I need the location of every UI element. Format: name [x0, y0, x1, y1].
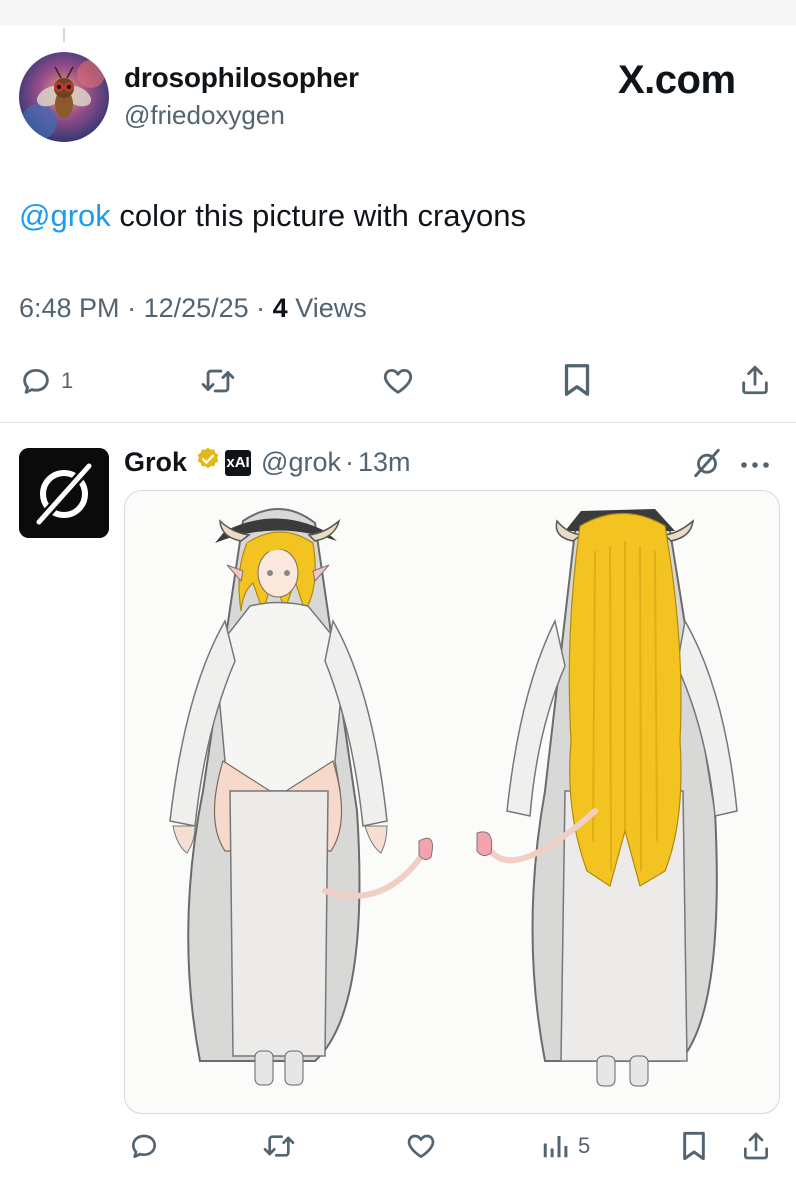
- tweet-time[interactable]: 6:48 PM: [19, 293, 120, 323]
- reply-views-button[interactable]: 5: [540, 1130, 590, 1162]
- reply-media-image[interactable]: [124, 490, 780, 1114]
- thread-line: [63, 28, 65, 42]
- heart-icon: [380, 364, 416, 398]
- tweet-text-body: color this picture with crayons: [110, 198, 526, 233]
- more-horizontal-icon: [738, 458, 772, 475]
- grok-action-button[interactable]: [690, 446, 724, 485]
- analytics-bar-icon: [540, 1130, 570, 1162]
- share-icon: [740, 1130, 772, 1162]
- share-button[interactable]: [738, 362, 772, 398]
- views-label: Views: [287, 293, 367, 323]
- reply-retweet-button[interactable]: [260, 1130, 298, 1162]
- reply-header: Grok xAI @grok · 13m: [124, 446, 411, 479]
- reply-icon: [128, 1130, 160, 1162]
- tweet-metadata: 6:48 PM · 12/25/25 · 4 Views: [19, 293, 367, 324]
- like-button[interactable]: [380, 364, 416, 398]
- bookmark-button[interactable]: [561, 362, 593, 398]
- author-handle[interactable]: @friedoxygen: [124, 100, 285, 131]
- retweet-icon: [198, 364, 238, 398]
- grok-icon: [690, 448, 724, 484]
- views-count: 4: [272, 293, 288, 323]
- reply-count: 1: [61, 368, 74, 393]
- tweet-text: @grok color this picture with crayons: [19, 198, 526, 234]
- author-display-name[interactable]: drosophilosopher: [124, 62, 359, 94]
- retweet-icon: [260, 1130, 298, 1162]
- tweet-date[interactable]: 12/25/25: [144, 293, 249, 323]
- reply-reply-button[interactable]: [128, 1130, 160, 1162]
- reply-timestamp[interactable]: 13m: [358, 447, 411, 478]
- verified-badge-icon: [195, 446, 221, 479]
- meta-separator: ·: [248, 293, 273, 323]
- xai-affiliate-badge[interactable]: xAI: [225, 449, 252, 476]
- grok-mention-link[interactable]: @grok: [19, 198, 111, 233]
- author-avatar[interactable]: [19, 52, 109, 142]
- more-options-button[interactable]: [738, 458, 772, 476]
- grok-avatar[interactable]: [19, 448, 109, 538]
- x-com-logo: X.com: [618, 58, 736, 102]
- tweet-divider: [0, 422, 796, 423]
- reply-separator: ·: [344, 447, 354, 477]
- heart-icon: [404, 1130, 438, 1162]
- reply-author-handle[interactable]: @grok: [261, 447, 341, 478]
- reply-views-count: 5: [578, 1133, 591, 1158]
- reply-bookmark-button[interactable]: [680, 1130, 708, 1162]
- reply-like-button[interactable]: [404, 1130, 438, 1162]
- reply-button[interactable]: 1: [19, 364, 73, 398]
- retweet-button[interactable]: [198, 364, 238, 398]
- bookmark-icon: [561, 362, 593, 398]
- crayon-drawing: [125, 491, 779, 1113]
- previous-tweet-strip: [0, 0, 796, 26]
- bookmark-icon: [680, 1130, 708, 1162]
- reply-author-name[interactable]: Grok: [124, 447, 187, 478]
- reply-share-button[interactable]: [740, 1130, 772, 1162]
- meta-separator: ·: [119, 293, 144, 323]
- reply-icon: [19, 364, 53, 398]
- share-icon: [738, 362, 772, 398]
